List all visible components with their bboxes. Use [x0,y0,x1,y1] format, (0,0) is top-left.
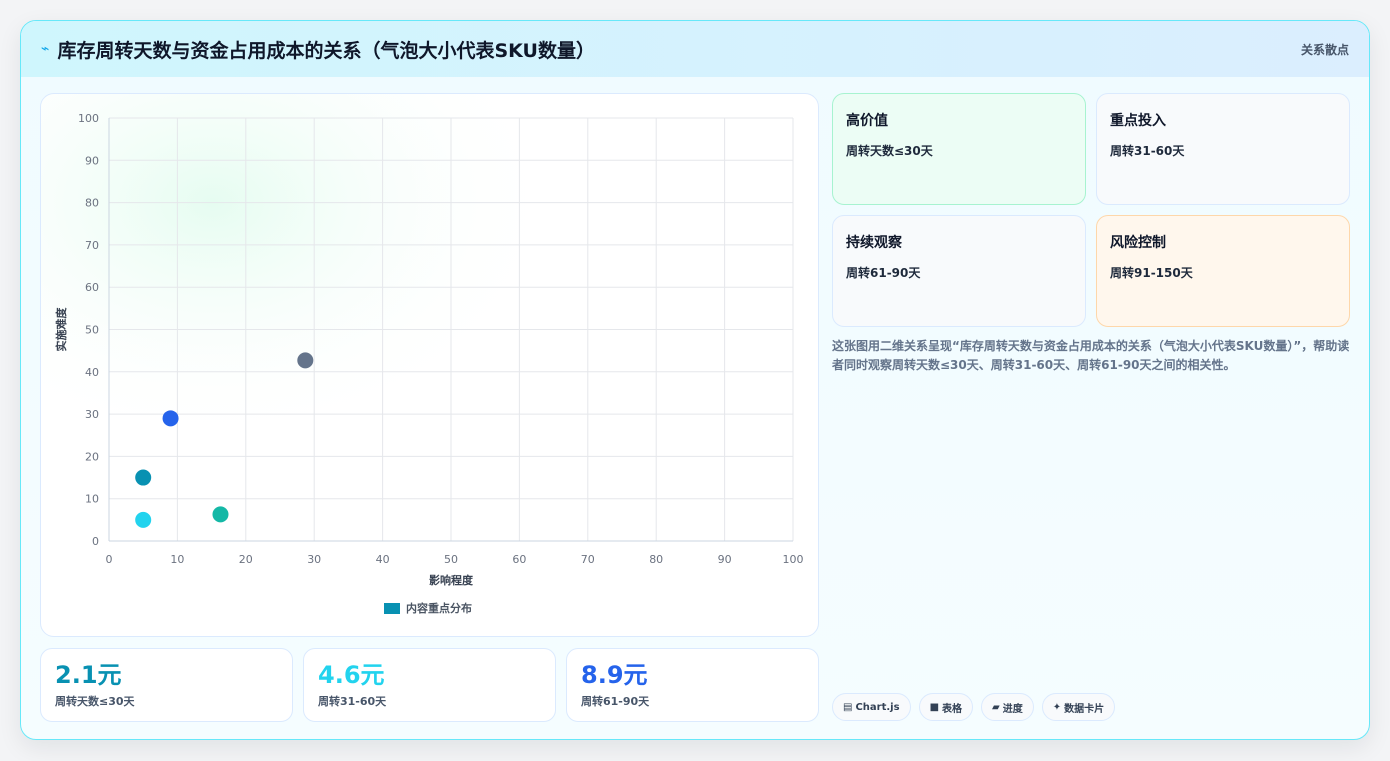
stat-value: 8.9元 [581,661,648,689]
legend-label: 内容重点分布 [406,601,472,615]
x-tick-label: 20 [239,553,253,566]
quadrant-card-observe: 持续观察 周转61-90天 [832,215,1086,327]
x-axis-label: 影响程度 [429,573,474,587]
legend-swatch [384,603,400,614]
x-tick-label: 80 [649,553,663,566]
x-tick-label: 90 [718,553,732,566]
quadrant-subtitle: 周转31-60天 [1110,144,1185,158]
y-tick-label: 20 [85,450,99,463]
progress-icon: ▰ [992,701,1000,713]
y-tick-label: 90 [85,154,99,167]
scatter-point [297,352,314,369]
scatter-point [162,410,179,427]
x-tick-label: 60 [512,553,526,566]
y-tick-label: 0 [92,535,99,548]
x-tick-label: 40 [376,553,390,566]
chip-table[interactable]: ■ 表格 [918,693,974,721]
stat-card-2: 4.6元 周转31-60天 [303,648,556,722]
x-tick-label: 70 [581,553,595,566]
quadrant-title: 高价值 [846,113,888,129]
y-axis-label: 实施难度 [54,307,68,352]
quadrant-card-focus: 重点投入 周转31-60天 [1096,93,1350,205]
y-tick-label: 70 [85,239,99,252]
quadrant-subtitle: 周转91-150天 [1110,266,1193,280]
stat-value: 2.1元 [55,661,122,689]
chart-description: 这张图用二维关系呈现“库存周转天数与资金占用成本的关系（气泡大小代表SKU数量）… [832,339,1350,372]
x-tick-label: 30 [307,553,321,566]
quadrant-title: 重点投入 [1110,113,1166,129]
quadrant-title: 风险控制 [1110,235,1166,251]
quadrant-subtitle: 周转61-90天 [846,266,921,280]
scatter-point [135,469,152,486]
tech-chips: ▤ Chart.js ■ 表格 ▰ 进度 ✦ 数据卡片 [832,693,1116,721]
stat-label: 周转天数≤30天 [55,695,135,708]
chip-chartjs[interactable]: ▤ Chart.js [832,693,911,721]
card-header: ⌁ 库存周转天数与资金占用成本的关系（气泡大小代表SKU数量） 关系散点 [21,21,1369,77]
quadrant-subtitle: 周转天数≤30天 [846,144,933,158]
chip-label: 表格 [942,703,963,715]
y-tick-label: 80 [85,197,99,210]
stat-card-3: 8.9元 周转61-90天 [566,648,819,722]
chip-label: 数据卡片 [1064,703,1105,715]
quadrant-card-risk: 风险控制 周转91-150天 [1096,215,1350,327]
table-icon: ■ [929,701,940,713]
y-tick-label: 60 [85,281,99,294]
stat-value: 4.6元 [318,661,385,689]
chip-progress[interactable]: ▰ 进度 [981,693,1034,721]
x-tick-label: 10 [170,553,184,566]
x-tick-label: 100 [783,553,804,566]
scatter-point [212,506,229,523]
card-icon: ✦ [1052,701,1062,713]
y-tick-label: 10 [85,493,99,506]
stat-card-1: 2.1元 周转天数≤30天 [40,648,293,722]
y-tick-label: 100 [78,112,99,125]
chart-icon: ▤ [843,701,853,713]
x-tick-label: 0 [106,553,113,566]
quadrant-title: 持续观察 [846,235,902,251]
chart-title: 库存周转天数与资金占用成本的关系（气泡大小代表SKU数量） [57,39,595,62]
y-tick-label: 30 [85,408,99,421]
stat-label: 周转31-60天 [318,695,387,708]
pulse-icon: ⌁ [41,41,50,57]
chart-card: ⌁ 库存周转天数与资金占用成本的关系（气泡大小代表SKU数量） 关系散点 0 10… [20,20,1370,740]
chart-type-tag: 关系散点 [1300,42,1349,57]
x-tick-label: 50 [444,553,458,566]
scatter-point [135,511,152,528]
y-tick-label: 40 [85,366,99,379]
chip-label: Chart.js [855,701,900,713]
scatter-chart: 0 10 20 30 40 50 60 70 80 90 100 0 10 20 30 40 50 60 70 80 9… [41,94,818,636]
quadrant-card-high-value: 高价值 周转天数≤30天 [832,93,1086,205]
y-tick-label: 50 [85,324,99,337]
chart-background-glow [41,94,818,636]
scatter-chart-panel: 0 10 20 30 40 50 60 70 80 90 100 0 10 20 30 40 50 60 70 80 9… [40,93,819,637]
chip-data-card[interactable]: ✦ 数据卡片 [1041,693,1116,721]
chip-label: 进度 [1002,703,1023,715]
stat-label: 周转61-90天 [581,695,650,708]
